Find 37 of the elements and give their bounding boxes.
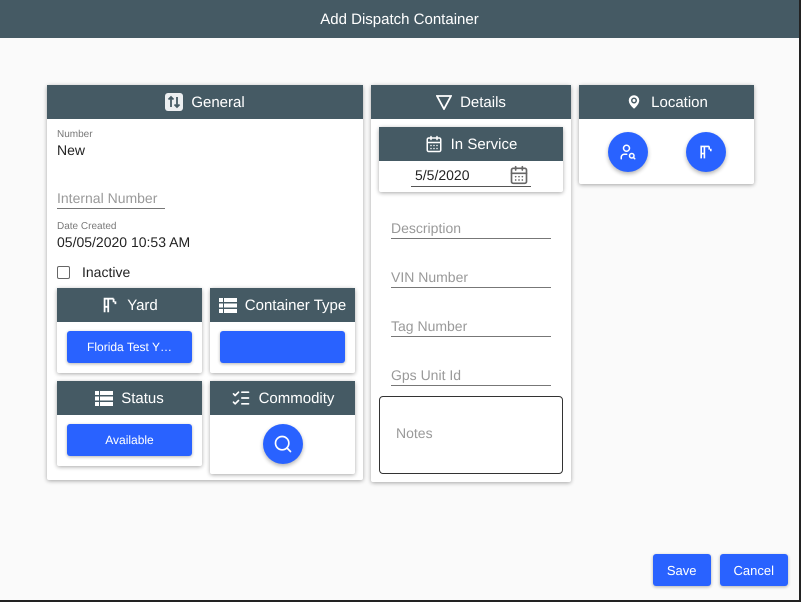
list-icon (218, 298, 237, 312)
field-label: Date Created (57, 221, 118, 232)
card-title: Commodity (258, 390, 334, 406)
calendar-icon (424, 135, 443, 153)
search-button[interactable] (262, 424, 302, 464)
notes-field[interactable]: Notes (379, 396, 563, 474)
person-search-icon (618, 143, 636, 161)
card-title: Details (460, 94, 506, 110)
card-title: Yard (127, 296, 158, 314)
yard-button[interactable] (686, 132, 726, 172)
select-button[interactable]: Available (67, 424, 192, 456)
field-value: New (57, 142, 86, 158)
card-title: Location (651, 94, 708, 110)
input-field[interactable]: Internal Number (57, 188, 165, 209)
triangle-icon (436, 94, 452, 110)
swap-icon (165, 93, 184, 111)
input-field[interactable]: Tag Number (391, 316, 551, 337)
input-field[interactable]: Description (391, 218, 551, 239)
field-label: Number (57, 129, 94, 140)
input-field[interactable]: VIN Number (391, 267, 551, 288)
select-button[interactable]: Florida Test Y… (67, 331, 192, 363)
input-field[interactable]: Gps Unit Id (391, 365, 551, 386)
list-icon (95, 390, 114, 406)
save-button[interactable]: Save (652, 554, 711, 586)
cancel-button[interactable]: Cancel (720, 554, 788, 586)
card-title: In Service (450, 136, 518, 152)
search-icon (272, 434, 292, 454)
date-field[interactable]: 5/5/2020 (411, 165, 531, 187)
field-value: 05/05/2020 10:53 AM (57, 234, 192, 250)
person-search-button[interactable] (608, 132, 648, 172)
card-title: Status (121, 390, 164, 406)
card-title: Container Type (244, 296, 346, 314)
checkbox[interactable] (57, 266, 70, 278)
window-title: Add Dispatch Container (0, 0, 799, 38)
card-title: General (191, 94, 245, 110)
checkbox-label: Inactive (82, 264, 130, 280)
calendar-icon[interactable] (509, 165, 529, 185)
